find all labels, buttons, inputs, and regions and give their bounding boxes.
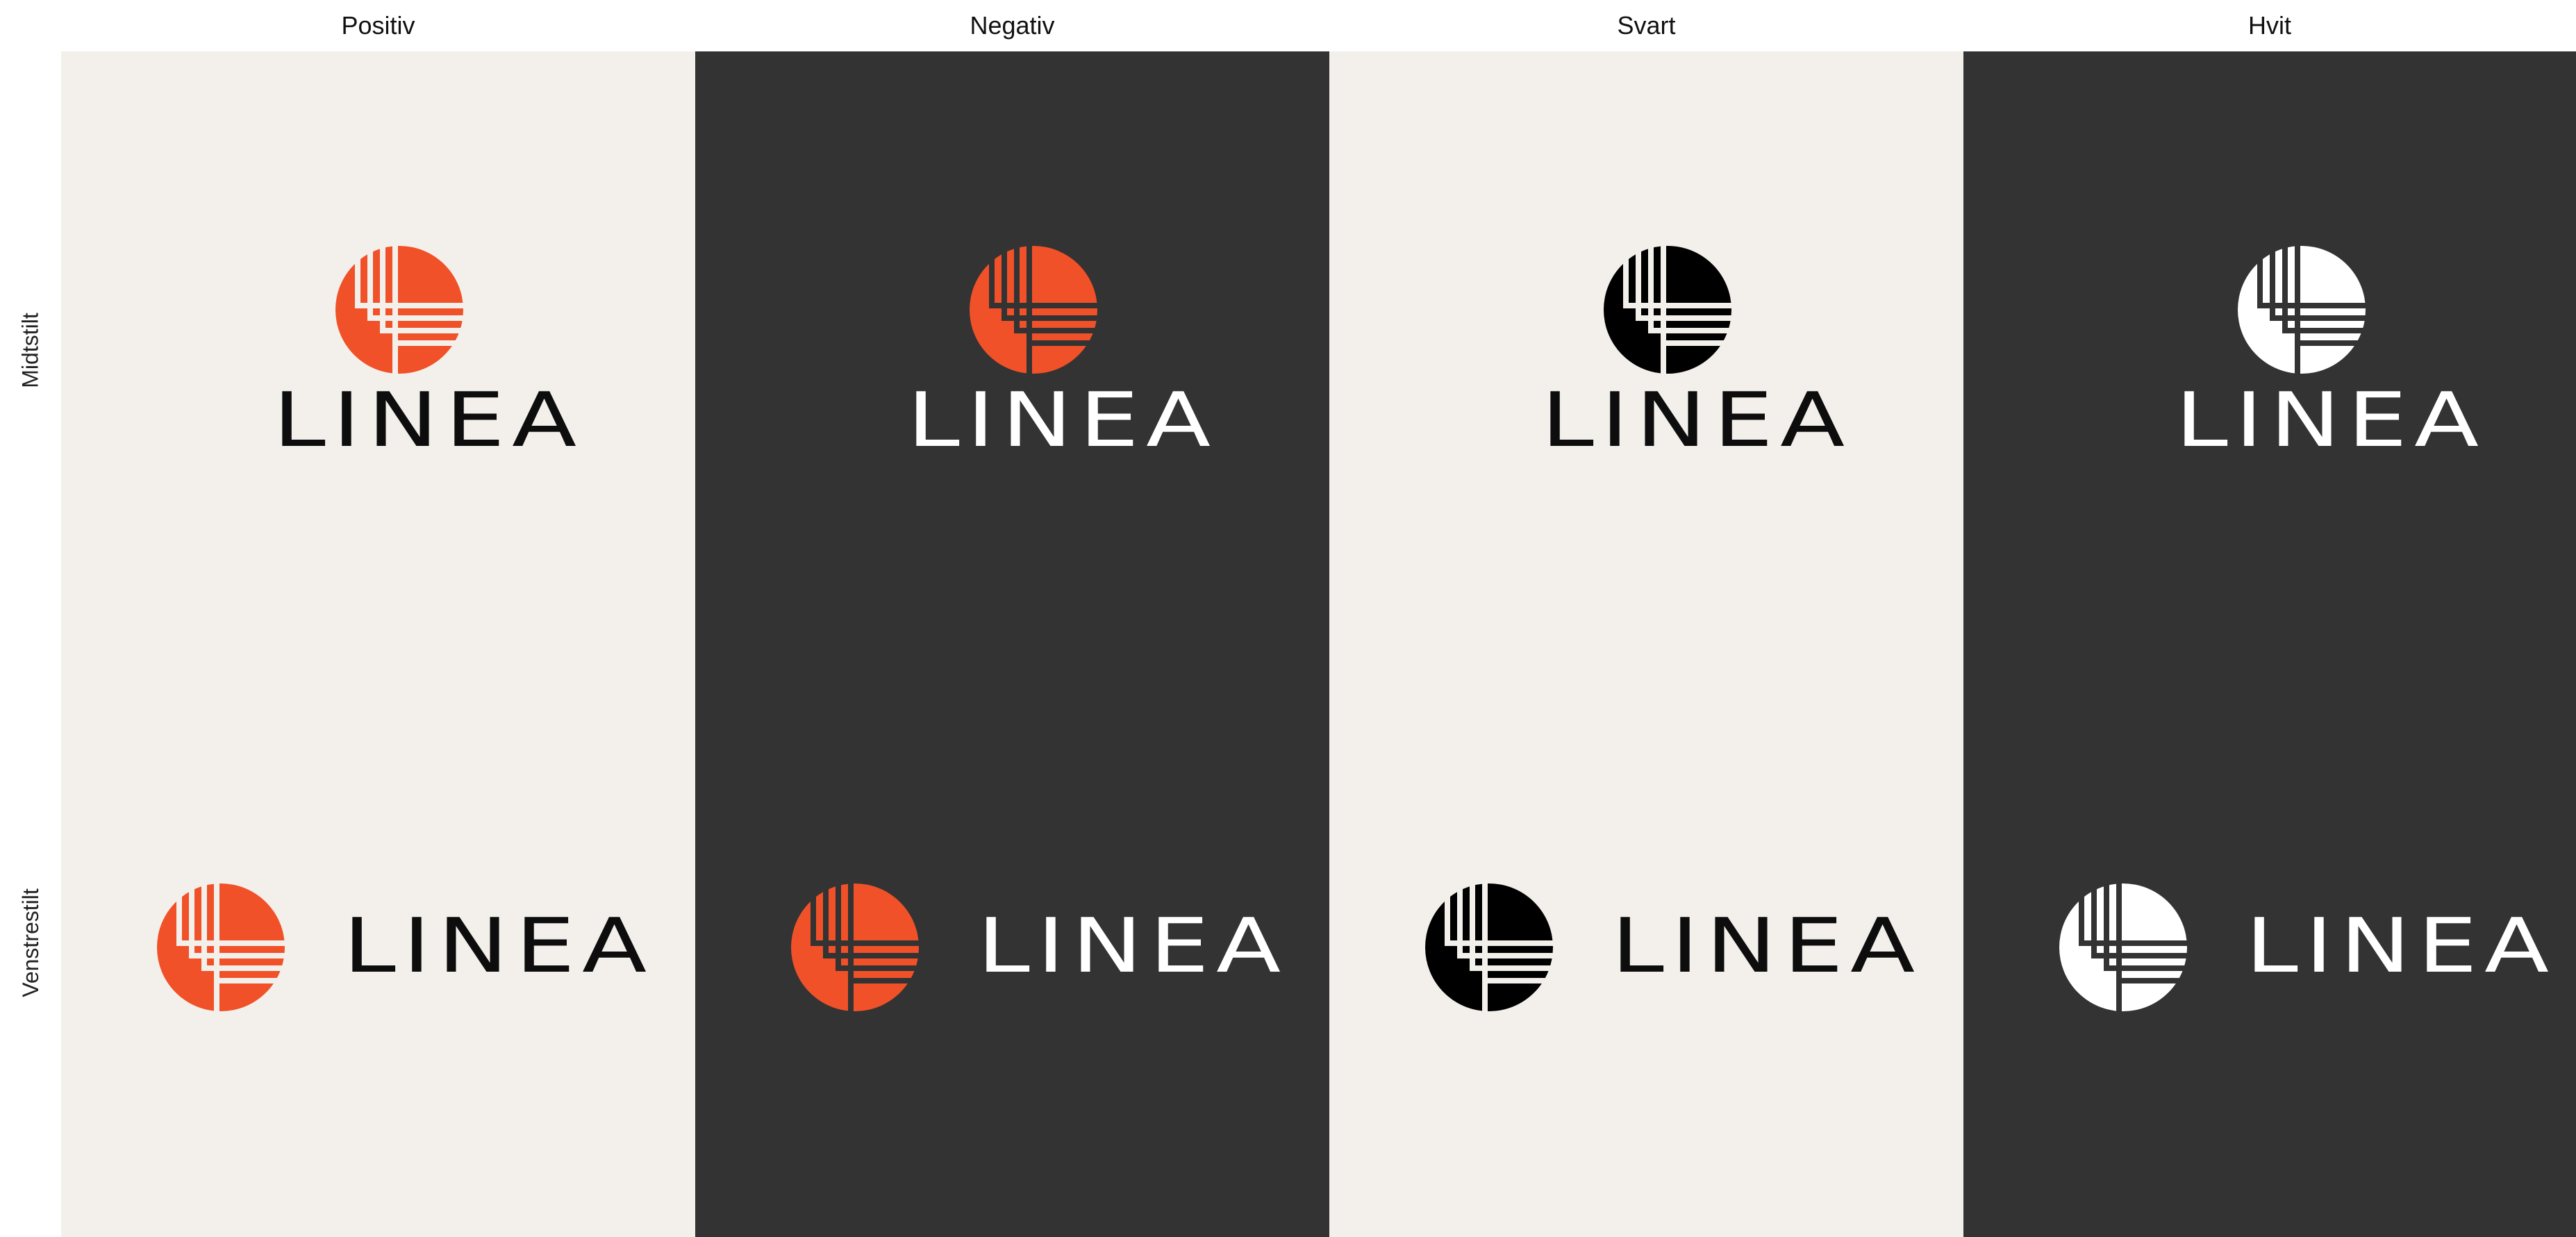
column-header-svart: Svart bbox=[1617, 11, 1676, 40]
wordmark: LINEA bbox=[1541, 377, 1852, 464]
linea-circle-grid-icon bbox=[2238, 246, 2366, 374]
wordmark: LINEA bbox=[343, 903, 654, 990]
wordmark: LINEA bbox=[977, 903, 1288, 990]
wordmark: LINEA bbox=[1611, 903, 1922, 990]
wordmark: LINEA bbox=[2245, 903, 2557, 990]
column-header-positiv: Positiv bbox=[341, 11, 415, 40]
row-label-midtstilt-text: Midtstilt bbox=[17, 312, 43, 388]
wordmark: LINEA bbox=[907, 377, 1218, 464]
linea-circle-grid-icon bbox=[791, 883, 919, 1011]
linea-circle-grid-icon bbox=[2059, 883, 2187, 1011]
linea-circle-grid-icon bbox=[970, 246, 1097, 374]
column-header-hvit: Hvit bbox=[2248, 11, 2291, 40]
linea-circle-grid-icon bbox=[335, 246, 463, 374]
linea-circle-grid-icon bbox=[1425, 883, 1553, 1011]
wordmark: LINEA bbox=[273, 377, 584, 464]
linea-circle-grid-icon bbox=[157, 883, 285, 1011]
row-label-midtstilt: Midtstilt bbox=[0, 51, 61, 649]
panel-svart bbox=[1329, 51, 1963, 1237]
column-header-negativ: Negativ bbox=[970, 11, 1055, 40]
panel-positiv bbox=[61, 51, 695, 1237]
panel-hvit bbox=[1963, 51, 2576, 1237]
wordmark: LINEA bbox=[2175, 377, 2486, 464]
panel-negativ bbox=[695, 51, 1329, 1237]
linea-circle-grid-icon bbox=[1604, 246, 1731, 374]
row-label-venstrestilt-text: Venstrestilt bbox=[17, 888, 43, 997]
row-label-venstrestilt: Venstrestilt bbox=[0, 649, 61, 1237]
